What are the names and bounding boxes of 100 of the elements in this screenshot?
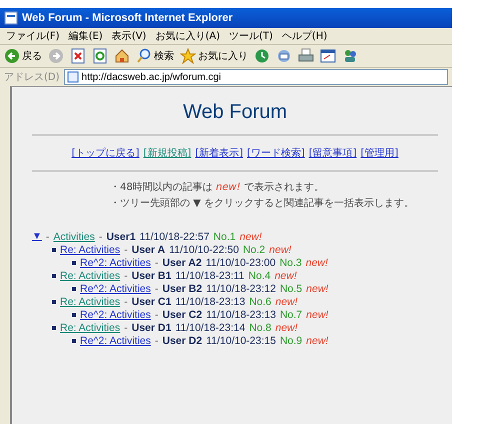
dash-separator: - bbox=[154, 256, 158, 268]
clock-icon bbox=[254, 48, 270, 64]
nav-link[interactable]: [トップに戻る] bbox=[72, 146, 140, 160]
post-number: No.9 bbox=[280, 334, 302, 346]
menu-item[interactable]: ヘルプ(H) bbox=[282, 29, 328, 43]
bullet-icon bbox=[72, 260, 76, 264]
post-title-link[interactable]: Re: Activities bbox=[60, 244, 120, 256]
info-note: ・ツリー先頭部の ▼ をクリックすると関連記事を一括表示します。 bbox=[110, 196, 416, 210]
post-author: User A2 bbox=[162, 256, 202, 268]
nav-link[interactable]: [ワード検索] bbox=[247, 146, 305, 160]
post-number: No.6 bbox=[249, 296, 272, 308]
history-button[interactable] bbox=[254, 48, 270, 64]
nav-link[interactable]: [管理用] bbox=[360, 146, 398, 160]
post-date: 11/10/10-23:00 bbox=[206, 256, 276, 268]
people-icon bbox=[342, 48, 358, 64]
menu-item[interactable]: 表示(V) bbox=[112, 29, 146, 43]
mail-icon bbox=[276, 48, 292, 64]
bullet-icon bbox=[72, 338, 76, 342]
post-number: No.4 bbox=[248, 270, 271, 282]
new-label: new! bbox=[240, 230, 262, 242]
post-number: No.2 bbox=[242, 244, 266, 256]
bullet-icon bbox=[52, 248, 56, 252]
forum-heading: Web Forum bbox=[182, 100, 288, 125]
new-label: new! bbox=[274, 270, 297, 282]
post-title-link[interactable]: Re^2: Activities bbox=[80, 308, 151, 320]
post-title-link[interactable]: Re: Activities bbox=[60, 296, 120, 308]
info-note: ・48時間以内の記事は new! で表示されます。 bbox=[110, 180, 325, 194]
page-icon bbox=[66, 71, 79, 83]
new-label: new! bbox=[306, 282, 328, 294]
post-author: User B2 bbox=[162, 282, 202, 294]
bullet-icon bbox=[72, 312, 76, 316]
refresh-button[interactable] bbox=[92, 48, 108, 64]
nav-link[interactable]: [新着表示] bbox=[195, 146, 243, 160]
post-author: User D2 bbox=[162, 334, 202, 346]
address-label: アドレス(D) bbox=[4, 71, 60, 84]
post-date: 11/10/18-23:13 bbox=[175, 296, 246, 308]
search-icon bbox=[136, 48, 152, 64]
post-date: 11/10/18-23:14 bbox=[175, 322, 246, 334]
refresh-icon bbox=[92, 48, 108, 64]
dash-separator: - bbox=[154, 308, 158, 320]
edit-page-icon bbox=[320, 48, 336, 64]
print-button[interactable] bbox=[298, 48, 314, 64]
dash-separator: - bbox=[154, 334, 158, 346]
new-label: new! bbox=[269, 244, 292, 256]
post-author: User C1 bbox=[132, 296, 172, 308]
dash-separator: - bbox=[124, 296, 128, 308]
printer-icon bbox=[298, 48, 314, 64]
star-icon bbox=[180, 48, 196, 64]
mail-button[interactable] bbox=[276, 48, 292, 64]
edit-button[interactable] bbox=[320, 48, 336, 64]
post-title-link[interactable]: Re^2: Activities bbox=[80, 256, 151, 268]
messenger-button[interactable] bbox=[342, 48, 358, 64]
address-field[interactable]: http://dacsweb.ac.jp/wforum.cgi bbox=[64, 69, 448, 85]
dash-separator: - bbox=[124, 322, 128, 334]
post-author: User C2 bbox=[162, 308, 202, 320]
post-title-link[interactable]: Re: Activities bbox=[60, 270, 120, 282]
nav-link[interactable]: [新規投稿] bbox=[143, 146, 192, 160]
post-date: 11/10/18-23:11 bbox=[175, 270, 244, 282]
dash-separator: - bbox=[154, 282, 158, 294]
dash-separator: - bbox=[98, 230, 102, 242]
stop-button[interactable] bbox=[70, 48, 86, 64]
post-date: 11/10/18-22:57 bbox=[140, 230, 210, 242]
menu-item[interactable]: 編集(E) bbox=[68, 29, 103, 43]
post-date: 11/10/18-23:13 bbox=[206, 308, 276, 320]
menu-item[interactable]: ファイル(F) bbox=[6, 29, 60, 43]
window-title: Web Forum - Microsoft Internet Explorer bbox=[22, 12, 233, 24]
dash-separator: - bbox=[124, 244, 128, 256]
menu-item[interactable]: ツール(T) bbox=[229, 29, 273, 43]
dash-separator: - bbox=[124, 270, 128, 282]
bullet-icon bbox=[72, 286, 76, 290]
post-date: 11/10/18-23:12 bbox=[206, 282, 276, 294]
new-label: new! bbox=[306, 256, 328, 268]
bullet-icon bbox=[52, 274, 56, 278]
menu-item[interactable]: お気に入り(A) bbox=[155, 29, 220, 43]
dash-separator: - bbox=[46, 230, 50, 242]
post-number: No.1 bbox=[213, 230, 236, 242]
post-author: User D1 bbox=[132, 322, 172, 334]
post-number: No.3 bbox=[280, 256, 302, 268]
new-label: new! bbox=[306, 334, 328, 346]
browser-page-icon bbox=[4, 11, 18, 25]
post-title-link[interactable]: Activities bbox=[53, 230, 95, 242]
post-date: 11/10/10-23:15 bbox=[206, 334, 276, 346]
post-author: User1 bbox=[106, 230, 136, 242]
nav-link[interactable]: [留意事項] bbox=[308, 146, 357, 160]
post-title-link[interactable]: Re: Activities bbox=[60, 322, 120, 334]
new-label: new! bbox=[275, 322, 298, 334]
home-button[interactable] bbox=[114, 48, 130, 64]
post-author: User B1 bbox=[132, 270, 172, 282]
post-title-link[interactable]: Re^2: Activities bbox=[80, 334, 151, 346]
favorites-button[interactable]: お気に入り bbox=[180, 48, 248, 64]
bullet-icon bbox=[52, 300, 56, 304]
expand-thread-link[interactable]: ▼ bbox=[32, 231, 42, 242]
post-date: 11/10/10-22:50 bbox=[169, 244, 239, 256]
post-title-link[interactable]: Re^2: Activities bbox=[80, 282, 151, 294]
new-label: new! bbox=[306, 308, 328, 320]
home-icon bbox=[114, 48, 130, 64]
search-button[interactable]: 検索 bbox=[136, 48, 174, 64]
back-button[interactable]: 戻る bbox=[4, 48, 42, 64]
post-number: No.7 bbox=[280, 308, 302, 320]
bullet-icon bbox=[52, 326, 56, 330]
